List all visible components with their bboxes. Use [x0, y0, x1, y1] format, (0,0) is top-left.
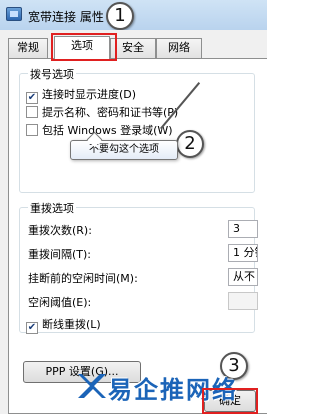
callout-2: 2 — [176, 130, 204, 158]
redial-attempts-input[interactable]: 3 — [228, 220, 258, 238]
window-title: 宽带连接 属性 — [28, 10, 104, 24]
redial-interval-label: 重拨间隔(T): — [28, 248, 92, 261]
ok-button-highlight — [202, 388, 258, 414]
tab-network[interactable]: 网络 — [156, 38, 202, 58]
dial-options-title: 拨号选项 — [28, 66, 76, 82]
redial-if-dropped-checkbox[interactable]: ✔ 断线重拨(L) — [26, 316, 101, 334]
redial-attempts-label: 重拨次数(R): — [28, 224, 92, 237]
checkbox-checked-icon: ✔ — [26, 92, 38, 104]
site-logo-icon — [78, 374, 106, 398]
checkbox-checked-icon: ✔ — [26, 322, 38, 334]
checkbox-empty-icon — [26, 124, 38, 136]
idle-hangup-select[interactable]: 从不 — [228, 268, 258, 286]
redial-options-title: 重拨选项 — [28, 200, 76, 216]
idle-hangup-label: 挂断前的空闲时间(M): — [28, 272, 138, 285]
warning-tooltip: 不要勾这个选项 — [70, 140, 178, 160]
tab-general[interactable]: 常规 — [8, 38, 48, 58]
network-connection-icon — [6, 7, 22, 21]
callout-1: 1 — [106, 2, 134, 30]
checkbox-empty-icon — [26, 106, 38, 118]
show-progress-checkbox[interactable]: ✔ 连接时显示进度(D) — [26, 86, 136, 104]
options-tab-highlight — [51, 33, 117, 61]
idle-threshold-label: 空闲阈值(E): — [28, 296, 92, 309]
redial-interval-select[interactable]: 1 分钟 — [228, 244, 258, 262]
prompt-credentials-checkbox[interactable]: 提示名称、密码和证书等(P) — [26, 104, 178, 120]
dial-options-group: 拨号选项 ✔ 连接时显示进度(D) 提示名称、密码和证书等(P) 包括 Windo… — [19, 66, 255, 193]
idle-threshold-select[interactable] — [228, 292, 258, 310]
redial-options-group: 重拨选项 重拨次数(R): 3 重拨间隔(T): 1 分钟 挂断前的空闲时间(M… — [19, 200, 258, 334]
